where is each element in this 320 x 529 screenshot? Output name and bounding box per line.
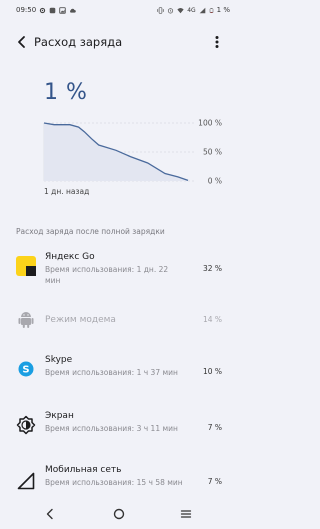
wifi-icon — [177, 7, 184, 13]
app-percent: 32 % — [202, 264, 222, 273]
signal-icon — [17, 472, 35, 490]
back-arrow-icon[interactable] — [14, 34, 30, 50]
y-tick-label: 50 % — [203, 148, 222, 157]
nav-home-icon[interactable] — [113, 508, 125, 520]
battery-status-percent: 1 % — [216, 6, 230, 14]
alarm-icon — [168, 7, 174, 13]
chart-x-label: 1 дн. назад — [44, 187, 90, 196]
battery-level: 1 % — [44, 80, 88, 105]
status-bar: 09:50 4G 1 % — [0, 0, 238, 20]
battery-usage-screen: 09:50 4G 1 % Расход заряда 1 % 100 % 50 … — [0, 0, 238, 529]
brightness-icon — [16, 415, 36, 435]
vibrate-icon — [157, 6, 164, 14]
more-options-icon[interactable] — [210, 34, 224, 50]
section-header: Расход заряда после полной зарядки — [16, 227, 165, 236]
app-usage-time: Время использования: 15 ч 58 мин — [45, 478, 183, 487]
list-item-skype[interactable]: S Skype Время использования: 1 ч 37 мин … — [0, 351, 238, 401]
y-tick-label: 0 % — [208, 177, 222, 186]
list-item-hotspot[interactable]: Режим модема 14 % — [0, 304, 238, 354]
app-usage-time: Время использования: 1 ч 37 мин — [45, 368, 178, 377]
list-item-screen[interactable]: Экран Время использования: 3 ч 11 мин 7 … — [0, 407, 238, 457]
battery-icon — [209, 7, 213, 13]
network-type-label: 4G — [187, 6, 196, 14]
cloud-notification-icon — [70, 8, 76, 13]
y-tick-label: 100 % — [198, 119, 222, 128]
cell-signal-icon — [199, 7, 205, 13]
list-item-yandex-go[interactable]: Яндекс Go Время использования: 1 дн. 22 … — [0, 248, 238, 298]
gallery-notification-icon — [59, 6, 66, 14]
app-name: Режим модема — [45, 315, 116, 325]
nav-back-icon[interactable] — [44, 508, 56, 520]
chart-area-fill — [44, 123, 188, 181]
navigation-bar — [0, 499, 238, 529]
yandex-go-icon — [16, 256, 36, 276]
svg-text:S: S — [22, 365, 29, 376]
app-name: Skype — [45, 355, 73, 365]
page-title: Расход заряда — [34, 35, 123, 49]
app-percent: 7 % — [207, 477, 222, 486]
app-usage-time: Время использования: 3 ч 11 мин — [45, 424, 178, 433]
app-usage-time: Время использования: 1 дн. 22 мин — [45, 265, 169, 285]
app-name: Мобильная сеть — [45, 465, 122, 475]
app-percent: 14 % — [202, 315, 222, 324]
battery-chart: 100 % 50 % 0 % — [43, 119, 222, 186]
app-percent: 7 % — [207, 423, 222, 432]
status-time: 09:50 — [16, 6, 37, 14]
nav-recents-icon[interactable] — [180, 508, 192, 520]
app-name: Яндекс Go — [45, 252, 95, 262]
app-name: Экран — [45, 411, 74, 421]
settings-notification-icon — [40, 7, 46, 13]
app-notification-icon — [49, 7, 56, 13]
android-icon — [18, 312, 34, 328]
app-bar: Расход заряда — [0, 30, 238, 54]
app-percent: 10 % — [202, 367, 222, 376]
skype-icon: S — [18, 361, 34, 377]
